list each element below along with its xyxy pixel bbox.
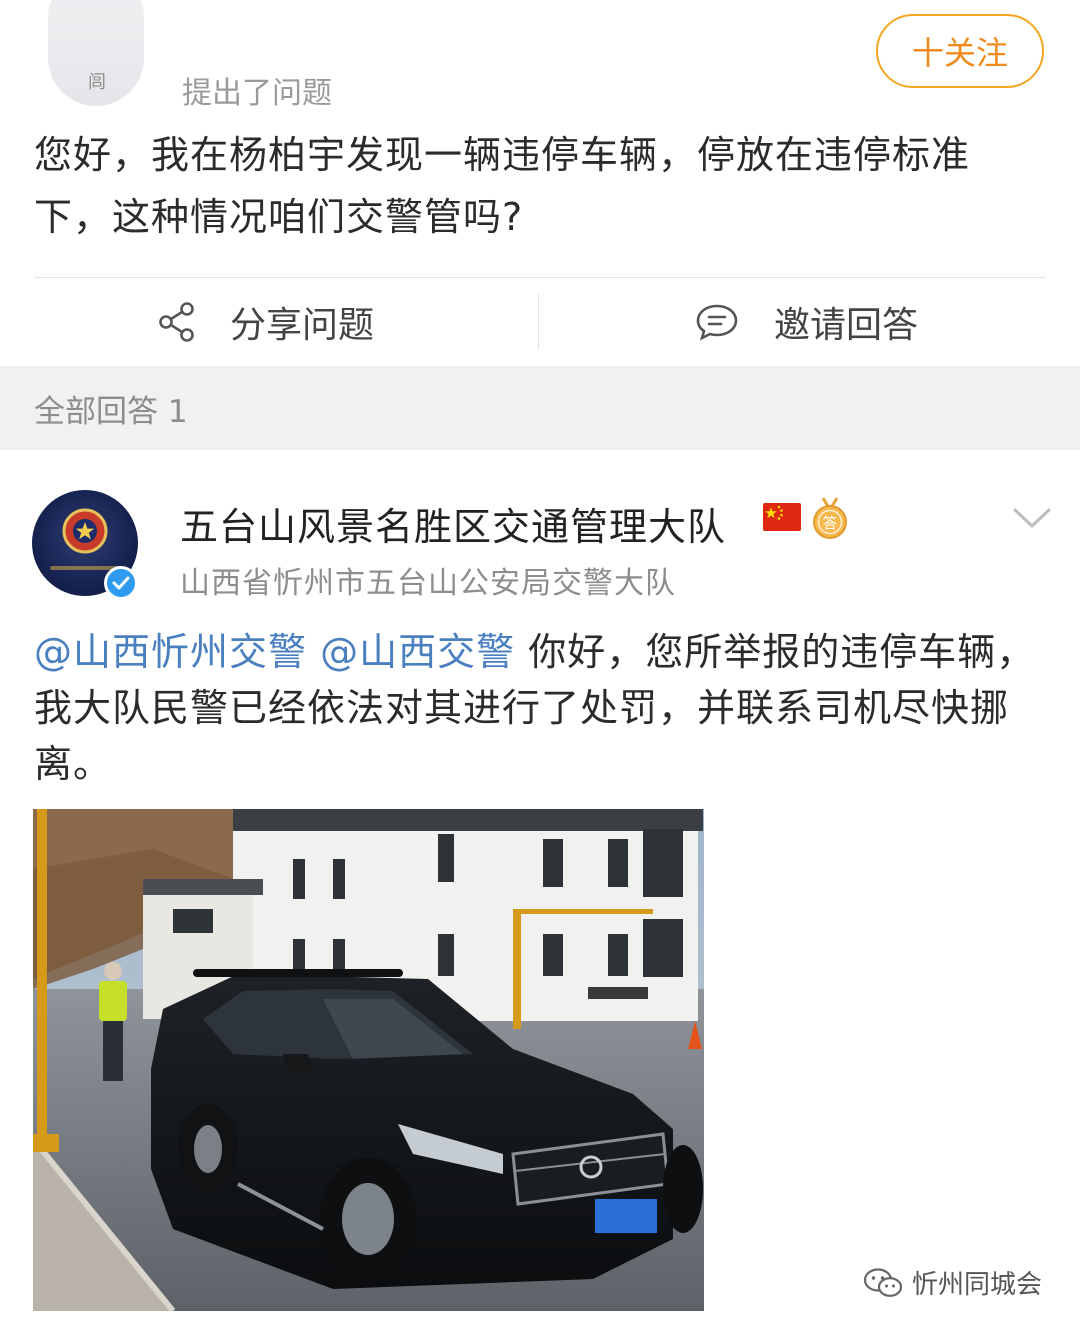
china-flag-icon — [763, 503, 801, 531]
divider — [34, 277, 1046, 278]
invite-answer-button[interactable]: 邀请回答 — [694, 292, 918, 352]
share-question-button[interactable]: 分享问题 — [158, 292, 374, 352]
all-answers-header: 全部回答 1 — [0, 366, 1080, 450]
svg-text:答: 答 — [822, 514, 837, 532]
watermark: 忻州同城会 — [862, 1264, 1042, 1301]
chevron-down-icon[interactable] — [1012, 506, 1052, 530]
author-name[interactable]: 五台山风景名胜区交通管理大队 — [180, 496, 726, 551]
watermark-label: 忻州同城会 — [912, 1270, 1043, 1300]
wechat-icon — [863, 1267, 903, 1297]
invite-answer-label: 邀请回答 — [774, 305, 919, 346]
answer-photo[interactable] — [33, 809, 704, 1311]
comment-icon — [696, 304, 738, 341]
mention-link[interactable]: @山西忻州交警 — [34, 630, 307, 674]
author-organization: 山西省忻州市五台山公安局交警大队 — [180, 566, 676, 601]
share-question-label: 分享问题 — [230, 305, 375, 346]
asker-avatar[interactable]: 闾 — [48, 0, 144, 106]
verified-icon — [104, 566, 138, 600]
answer-text: @山西忻州交警 @山西交警 你好，您所举报的违停车辆，我大队民警已经依法对其进行… — [34, 624, 1046, 792]
mention-link[interactable]: @山西交警 — [320, 630, 515, 674]
action-divider — [538, 294, 539, 350]
asker-avatar-glyph: 闾 — [88, 72, 106, 93]
all-answers-label: 全部回答 1 — [34, 393, 188, 430]
asker-action-text: 提出了问题 — [182, 76, 332, 111]
share-icon — [159, 302, 194, 342]
follow-button[interactable]: 十关注 — [876, 14, 1044, 88]
police-emblem-icon — [62, 508, 108, 554]
follow-button-label: 十关注 — [911, 34, 1008, 72]
question-text: 您好，我在杨柏宇发现一辆违停车辆，停放在违停标准下，这种情况咱们交警管吗? — [34, 133, 971, 239]
answer-medal-icon: 答 — [813, 497, 847, 539]
